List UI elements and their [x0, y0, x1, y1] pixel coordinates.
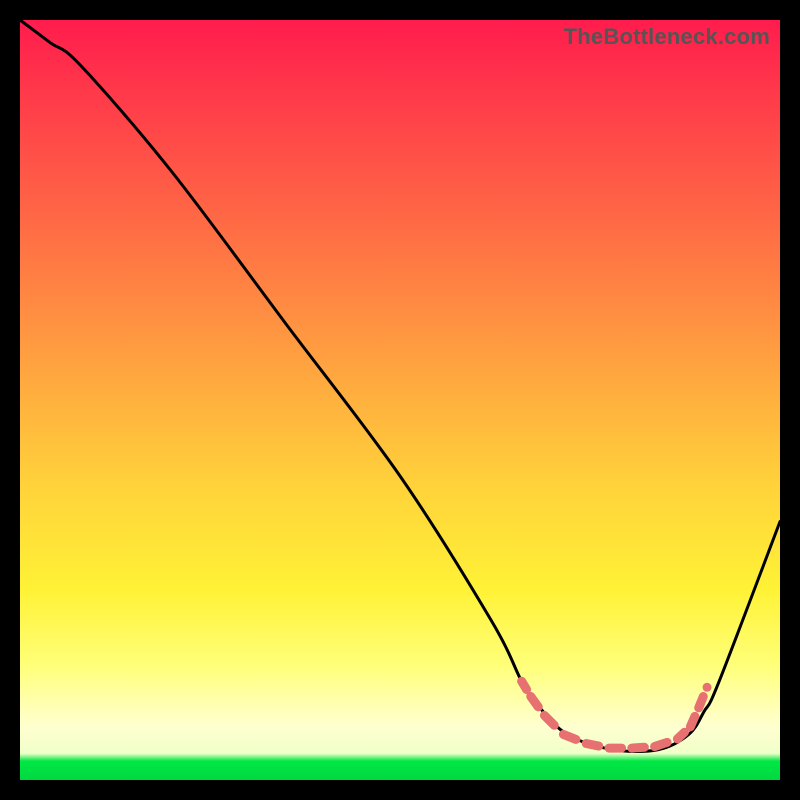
- curve-layer: [20, 20, 780, 780]
- marker-dash: [632, 747, 645, 748]
- marker-dash: [703, 683, 712, 692]
- marker-dash: [522, 681, 527, 689]
- marker-dash: [586, 744, 599, 747]
- marker-dash: [690, 716, 695, 726]
- marker-dash: [677, 732, 684, 739]
- marker-dash: [563, 734, 576, 739]
- marker-dash: [531, 696, 539, 706]
- chart-frame: TheBottleneck.com: [0, 0, 800, 800]
- marker-dash: [544, 715, 554, 725]
- marker-group: [522, 681, 712, 748]
- marker-dash: [655, 742, 668, 746]
- marker-dash: [699, 697, 704, 708]
- main-curve: [20, 20, 780, 752]
- plot-area: TheBottleneck.com: [20, 20, 780, 780]
